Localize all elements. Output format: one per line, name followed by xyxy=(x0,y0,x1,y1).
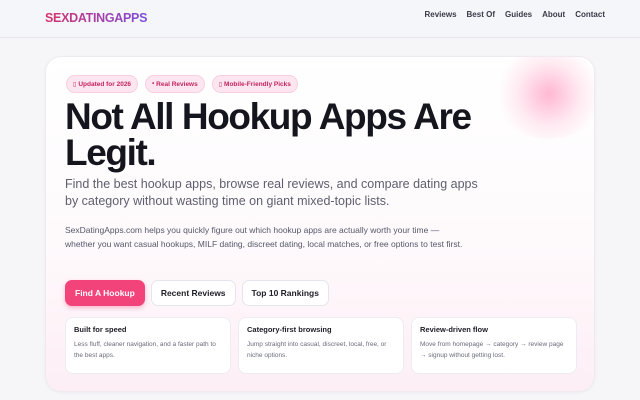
feature-text: Less fluff, cleaner navigation, and a fa… xyxy=(74,341,216,359)
nav-link-contact[interactable]: Contact xyxy=(575,10,605,19)
badge-label: Mobile-Friendly Picks xyxy=(224,80,291,88)
site-header: SEXDATINGAPPS Reviews Best Of Guides Abo… xyxy=(0,0,640,38)
badge-mobile-friendly: ▯ Mobile-Friendly Picks xyxy=(211,75,298,93)
hero-cta-group: Find A Hookup Recent Reviews Top 10 Rank… xyxy=(65,280,329,306)
recent-reviews-button[interactable]: Recent Reviews xyxy=(150,280,236,306)
badge-real-reviews: • Real Reviews xyxy=(145,75,205,93)
nav-link-best-of[interactable]: Best Of xyxy=(467,10,495,19)
feature-title: Category-first browsing xyxy=(247,325,332,334)
top-10-rankings-button[interactable]: Top 10 Rankings xyxy=(241,280,329,306)
badge-updated: ▯ Updated for 2026 xyxy=(66,75,139,93)
feature-text: Jump straight into casual, discreet, loc… xyxy=(247,341,387,359)
hero-description: SexDatingApps.com helps you quickly figu… xyxy=(65,225,463,249)
decorative-glow xyxy=(494,57,594,139)
badge-label: Updated for 2026 xyxy=(78,80,132,88)
feature-cards: Built for speed Less fluff, cleaner navi… xyxy=(65,317,577,374)
feature-title: Review-driven flow xyxy=(420,325,488,334)
hero-subtitle: Find the best hookup apps, browse real r… xyxy=(65,177,478,208)
feature-card-review-flow: Review-driven flow Move from homepage → … xyxy=(411,317,577,374)
hero-card: ▯ Updated for 2026 • Real Reviews ▯ Mobi… xyxy=(45,56,595,392)
site-logo[interactable]: SEXDATINGAPPS xyxy=(45,11,147,25)
hero-title: Not All Hookup Apps Are Legit. xyxy=(65,96,472,173)
star-icon: • xyxy=(152,81,155,87)
find-a-hookup-button[interactable]: Find A Hookup xyxy=(65,280,145,306)
feature-title: Built for speed xyxy=(74,325,127,334)
feature-card-category: Category-first browsing Jump straight in… xyxy=(238,317,404,374)
nav-link-guides[interactable]: Guides xyxy=(505,10,532,19)
nav-link-about[interactable]: About xyxy=(542,10,565,19)
hero-badges: ▯ Updated for 2026 • Real Reviews ▯ Mobi… xyxy=(66,75,298,93)
nav-link-reviews[interactable]: Reviews xyxy=(425,10,457,19)
feature-card-speed: Built for speed Less fluff, cleaner navi… xyxy=(65,317,231,374)
phone-icon: ▯ xyxy=(218,81,223,88)
main-nav: Reviews Best Of Guides About Contact xyxy=(425,10,606,19)
calendar-icon: ▯ xyxy=(73,81,77,88)
feature-text: Move from homepage → category → review p… xyxy=(420,341,564,359)
badge-label: Real Reviews xyxy=(156,80,198,88)
